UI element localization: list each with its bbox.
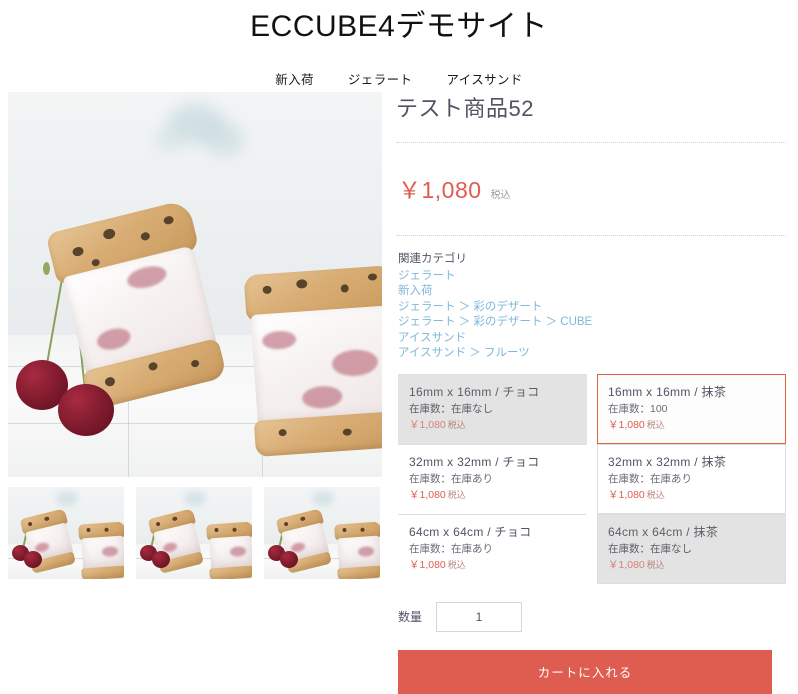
- category-link[interactable]: 新入荷: [398, 284, 786, 300]
- site-header: ECCUBE4デモサイト 新入荷 ジェラート アイスサンド: [0, 0, 798, 88]
- background-blur-blob: [204, 122, 244, 156]
- product-name: テスト商品52: [396, 96, 534, 121]
- add-to-cart-button[interactable]: カートに入れる: [398, 649, 772, 694]
- variant-price-value: ￥1,080: [409, 488, 446, 501]
- thumbnail-item[interactable]: [8, 487, 124, 579]
- product-gallery: [0, 92, 382, 579]
- variant-price-value: ￥1,080: [608, 558, 645, 571]
- variant-price-tax: 税込: [447, 489, 466, 500]
- variant-price: ￥1,080 税込: [608, 557, 775, 573]
- variant-stock: 在庫数：在庫あり: [409, 472, 493, 485]
- variant-option[interactable]: 32mm x 32mm / チョコ 在庫数：在庫あり ￥1,080 税込: [398, 443, 587, 514]
- quantity-label: 数量: [398, 610, 423, 624]
- page-title: ECCUBE4デモサイト: [250, 10, 548, 43]
- product-info: テスト商品52 ￥1,080 税込 関連カテゴリ ジェラート 新入荷 ジェラート…: [382, 92, 798, 694]
- variant-stock: 在庫数：在庫なし: [608, 542, 692, 555]
- nav-item-gelato[interactable]: ジェラート: [348, 69, 413, 88]
- ice-cream-layer: [250, 305, 382, 427]
- category-link[interactable]: ジェラート: [398, 269, 786, 285]
- nav-item-new-arrivals[interactable]: 新入荷: [275, 69, 314, 88]
- variant-price-value: ￥1,080: [608, 488, 645, 501]
- variant-stock: 在庫数：100: [608, 402, 668, 415]
- variant-stock: 在庫数：在庫あり: [608, 472, 692, 485]
- thumbnail-item[interactable]: [264, 487, 380, 579]
- variant-name: 16mm x 16mm / チョコ: [409, 384, 540, 399]
- category-link[interactable]: ジェラート ＞ 彩のデザート ＞ CUBE: [398, 315, 786, 331]
- variant-grid: 16mm x 16mm / チョコ 在庫数：在庫なし ￥1,080 税込 16mm…: [398, 373, 786, 584]
- category-link[interactable]: ジェラート ＞ 彩のデザート: [398, 300, 786, 316]
- variant-price: ￥1,080 税込: [409, 487, 576, 503]
- product-price: ￥1,080: [398, 177, 482, 203]
- variant-name: 16mm x 16mm / 抹茶: [608, 384, 727, 399]
- variant-option[interactable]: 64cm x 64cm / チョコ 在庫数：在庫あり ￥1,080 税込: [398, 513, 587, 584]
- variant-option[interactable]: 16mm x 16mm / チョコ 在庫数：在庫なし ￥1,080 税込: [398, 373, 587, 444]
- product-detail: テスト商品52 ￥1,080 税込 関連カテゴリ ジェラート 新入荷 ジェラート…: [0, 92, 798, 694]
- thumbnail-item[interactable]: [136, 487, 252, 579]
- quantity-row: 数量: [398, 601, 786, 632]
- thumbnail-list: [8, 487, 382, 579]
- variant-option[interactable]: 32mm x 32mm / 抹茶 在庫数：在庫あり ￥1,080 税込: [597, 443, 786, 514]
- quantity-input[interactable]: [436, 601, 523, 632]
- variant-option-selected[interactable]: 16mm x 16mm / 抹茶 在庫数：100 ￥1,080 税込: [597, 373, 786, 444]
- variant-option[interactable]: 64cm x 64cm / 抹茶 在庫数：在庫なし ￥1,080 税込: [597, 513, 786, 584]
- price-tax-label: 税込: [490, 190, 511, 201]
- variant-stock: 在庫数：在庫あり: [409, 542, 493, 555]
- cherry-stem-bud: [43, 262, 50, 275]
- cherry-fruit: [58, 384, 114, 436]
- category-link[interactable]: アイスサンド ＞ フルーツ: [398, 346, 786, 362]
- category-link[interactable]: アイスサンド: [398, 331, 786, 347]
- variant-name: 64cm x 64cm / チョコ: [409, 524, 532, 539]
- variant-price-value: ￥1,080: [409, 558, 446, 571]
- main-nav: 新入荷 ジェラート アイスサンド: [0, 69, 798, 88]
- nav-item-ice-sand[interactable]: アイスサンド: [446, 69, 522, 88]
- variant-price-tax: 税込: [447, 559, 466, 570]
- variant-price-tax: 税込: [646, 489, 665, 500]
- variant-price: ￥1,080 税込: [409, 417, 576, 433]
- ice-cream-sandwich-right: [243, 264, 382, 465]
- variant-price-value: ￥1,080: [409, 418, 446, 431]
- variant-name: 32mm x 32mm / チョコ: [409, 454, 540, 469]
- product-price-row: ￥1,080 税込: [398, 159, 790, 219]
- variant-stock: 在庫数：在庫なし: [409, 402, 493, 415]
- variant-price: ￥1,080 税込: [608, 487, 775, 503]
- variant-price-tax: 税込: [646, 559, 665, 570]
- divider: [396, 235, 786, 236]
- variant-price-tax: 税込: [646, 419, 665, 430]
- variant-name: 64cm x 64cm / 抹茶: [608, 524, 719, 539]
- variant-price-tax: 税込: [447, 419, 466, 430]
- variant-price: ￥1,080 税込: [608, 417, 775, 433]
- background-blur-blob: [154, 126, 184, 152]
- variant-price-value: ￥1,080: [608, 418, 645, 431]
- divider: [396, 142, 786, 143]
- variant-name: 32mm x 32mm / 抹茶: [608, 454, 727, 469]
- main-product-image[interactable]: [8, 92, 382, 477]
- related-categories-label: 関連カテゴリ: [398, 253, 467, 265]
- related-categories: 関連カテゴリ ジェラート 新入荷 ジェラート ＞ 彩のデザート ジェラート ＞ …: [398, 252, 786, 362]
- variant-price: ￥1,080 税込: [409, 557, 576, 573]
